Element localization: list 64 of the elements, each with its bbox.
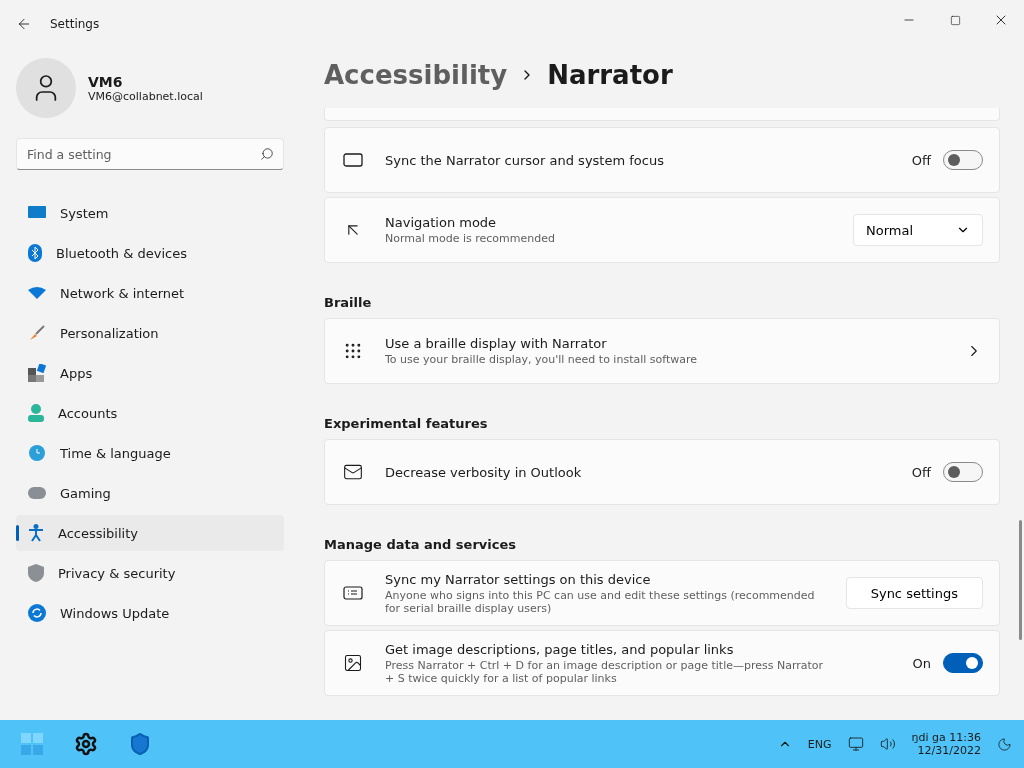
sidebar-item[interactable]: Accounts — [16, 395, 284, 431]
person-icon — [28, 404, 44, 422]
toggle-state-label: Off — [911, 152, 931, 168]
setting-title: Navigation mode — [385, 215, 498, 230]
setting-title: Sync the Narrator cursor and system focus — [385, 152, 665, 168]
dropdown[interactable]: Normal — [853, 214, 983, 246]
toggle-state-label: Off — [911, 464, 931, 480]
rectangle-icon — [343, 153, 363, 167]
sidebar-item[interactable]: Privacy & security — [16, 555, 284, 591]
keyboard-icon — [343, 586, 363, 600]
setting-description: To use your braille display, you'll need to install software — [385, 353, 699, 366]
sidebar-item[interactable]: Network & internet — [16, 275, 284, 311]
setting-title: Use a braille display with Narrator — [385, 336, 608, 351]
sidebar-item[interactable]: Accessibility — [16, 515, 284, 551]
mail-icon — [343, 462, 363, 482]
section-heading: Manage data and services — [324, 537, 517, 552]
monitor-icon — [28, 206, 46, 220]
sidebar-item[interactable]: Gaming — [16, 475, 284, 511]
toggle-switch[interactable] — [943, 150, 983, 170]
volume-icon[interactable] — [879, 736, 896, 752]
sidebar-item[interactable]: Apps — [16, 355, 284, 391]
setting-card[interactable]: Use a braille display with Narrator To use your braille display, you'll need to install software — [324, 318, 1000, 384]
apps-icon — [28, 364, 46, 382]
accessibility-icon — [28, 524, 44, 542]
clock-icon — [28, 444, 46, 462]
sidebar-item[interactable]: Bluetooth & devices — [16, 235, 284, 271]
dots-icon — [343, 341, 363, 361]
toggle-state-label: On — [912, 655, 931, 671]
toggle-switch[interactable] — [943, 653, 983, 673]
setting-title: Sync my Narrator settings on this device — [385, 571, 652, 587]
search-field[interactable]: Find a setting — [16, 138, 284, 170]
sync-icon — [28, 604, 46, 622]
maximize-icon — [949, 14, 961, 26]
wifi-icon — [28, 287, 46, 299]
network-icon[interactable] — [847, 736, 864, 752]
setting-title: Get image descriptions, page titles, and popular links — [385, 641, 735, 657]
scrollbar[interactable] — [1019, 520, 1022, 640]
image-icon — [343, 653, 363, 673]
sync-settings-button[interactable]: Sync settings — [845, 577, 983, 609]
breadcrumb-link[interactable]: Accessibility — [324, 60, 508, 90]
user-name: VM6 — [88, 73, 124, 90]
setting-description: Press Narrator + Ctrl + D for an image description or page title—press Narrator + S twice quickly for a list of popular links — [385, 658, 825, 685]
window-title: Settings — [50, 17, 100, 31]
section-heading: Braille — [324, 295, 373, 310]
setting-description: Normal mode is recommended — [385, 232, 556, 245]
sidebar-item[interactable]: Time & language — [16, 435, 284, 471]
moon-icon[interactable] — [997, 736, 1012, 752]
language-indicator[interactable]: ENG — [807, 737, 832, 751]
bluetooth-icon — [28, 244, 42, 262]
back-icon[interactable] — [16, 16, 32, 32]
sidebar-item[interactable]: System — [16, 195, 284, 231]
toggle-switch[interactable] — [943, 462, 983, 482]
clock-time[interactable]: ŋdi ga 11:36 — [911, 731, 981, 744]
sidebar-item[interactable]: Windows Update — [16, 595, 284, 631]
page-title: Narrator — [547, 60, 673, 90]
search-icon — [260, 147, 274, 161]
section-heading: Experimental features — [324, 416, 489, 431]
sidebar-item[interactable]: Personalization — [16, 315, 284, 351]
paintbrush-icon — [28, 324, 46, 342]
shield-icon — [28, 564, 44, 582]
setting-title: Decrease verbosity in Outlook — [385, 464, 583, 480]
setting-description: Anyone who signs into this PC can use and edit these settings (recommended for serial braille display users) — [385, 588, 816, 615]
clock-date[interactable]: 12/31/2022 — [917, 744, 981, 757]
user-email: VM6@collabnet.local — [88, 89, 203, 103]
